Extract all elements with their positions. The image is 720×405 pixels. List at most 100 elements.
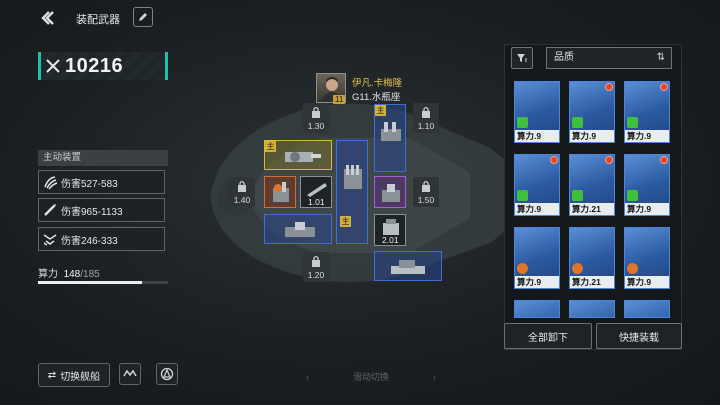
lock-icon	[312, 255, 320, 267]
capacity-bar-fill	[38, 281, 142, 284]
inventory-card-partial[interactable]	[569, 300, 615, 318]
filter-icon	[517, 54, 527, 62]
turret-icon	[382, 184, 400, 202]
new-badge-icon	[660, 83, 668, 91]
quality-tag-icon	[627, 117, 638, 128]
weapon-slot-red[interactable]	[264, 176, 296, 208]
drone-icon	[39, 228, 61, 250]
locked-slot-2[interactable]: 1.10	[413, 103, 439, 133]
weapon-slot-wide-bottom[interactable]	[264, 214, 332, 244]
quality-tag-icon	[627, 263, 638, 274]
inventory-card[interactable]: 算力.9	[624, 154, 670, 216]
damage-row-2: 伤害965-1133	[38, 198, 165, 222]
card-label: 算力.9	[625, 203, 669, 215]
fleet-button[interactable]	[119, 363, 141, 385]
filter-button[interactable]	[511, 47, 533, 69]
wing-icon	[123, 369, 137, 377]
weapon-slot-center-tall[interactable]	[336, 140, 368, 244]
lock-level-2: 1.10	[417, 121, 435, 131]
weapon-slot-purple[interactable]	[374, 176, 406, 208]
edit-button[interactable]	[133, 7, 153, 27]
switch-ship-label: 切换舰船	[60, 371, 101, 383]
inventory-card-partial[interactable]	[624, 300, 670, 318]
cannon-icon	[273, 182, 289, 202]
inventory-card-partial[interactable]	[514, 300, 560, 318]
lock-icon	[312, 106, 320, 118]
quality-tag-icon	[517, 117, 528, 128]
quality-label: 品质	[554, 52, 574, 63]
railgun-icon	[307, 183, 327, 197]
inventory-card[interactable]: 算力.9	[514, 81, 560, 143]
card-label: 算力.21	[570, 203, 614, 215]
back-button[interactable]	[38, 9, 56, 27]
locked-slot-3[interactable]: 1.40	[229, 177, 255, 207]
swipe-hint-label: 滑动切换	[352, 372, 389, 382]
launcher-icon	[383, 219, 399, 235]
new-badge-icon	[660, 156, 668, 164]
card-label: 算力.9	[515, 203, 559, 215]
quality-tag-icon	[517, 263, 528, 274]
turret-icon	[285, 152, 321, 162]
card-label: 算力.9	[515, 276, 559, 288]
claw-icon	[39, 171, 61, 193]
swap-icon: ⇄	[47, 369, 57, 381]
weapon-slot-dark-1[interactable]: 1.01	[300, 176, 332, 208]
card-label: 算力.9	[515, 130, 559, 142]
lock-level-3: 1.40	[233, 195, 251, 205]
lock-icon	[422, 180, 430, 192]
main-tag: 主	[340, 216, 351, 227]
inventory-card[interactable]: 算力.9	[569, 81, 615, 143]
slot-value-2: 2.01	[382, 235, 399, 245]
quality-tag-icon	[572, 190, 583, 201]
quality-sort-select[interactable]: 品质 ⇅	[546, 47, 672, 69]
swipe-hint: ‹ 滑动切换 ›	[306, 370, 436, 383]
locked-slot-5[interactable]: 1.20	[303, 252, 329, 282]
inventory-card[interactable]: 算力.9	[624, 227, 670, 289]
missile-icon	[39, 199, 61, 221]
back-arrow-icon	[41, 11, 54, 25]
card-label: 算力.21	[570, 276, 614, 288]
inventory-card[interactable]: 算力.9	[514, 227, 560, 289]
new-badge-icon	[605, 83, 613, 91]
unload-all-button[interactable]: 全部卸下	[504, 323, 592, 349]
card-label: 算力.9	[570, 130, 614, 142]
inventory-card[interactable]: 算力.9	[624, 81, 670, 143]
power-display: 10216	[38, 52, 168, 80]
inventory-card[interactable]: 算力.21	[569, 227, 615, 289]
emblem-button[interactable]	[156, 363, 178, 385]
inventory-card[interactable]: 算力.9	[514, 154, 560, 216]
new-badge-icon	[605, 156, 613, 164]
locked-slot-1[interactable]: 1.30	[303, 103, 329, 133]
captain-name: 伊凡.卡梅隆	[352, 78, 403, 89]
new-badge-icon	[550, 156, 558, 164]
damage-label-2: 伤害965-1133	[61, 206, 123, 218]
emblem-icon	[160, 367, 174, 381]
damage-label-1: 伤害527-583	[61, 178, 118, 190]
capacity-bar	[38, 281, 168, 284]
page-title: 装配武器	[76, 14, 120, 26]
quick-equip-button[interactable]: 快捷装载	[596, 323, 682, 349]
weapon-slot-bottom-right[interactable]	[374, 251, 442, 281]
card-label: 算力.9	[625, 130, 669, 142]
switch-ship-button[interactable]: ⇄ 切换舰船	[38, 363, 110, 387]
damage-row-3: 伤害246-333	[38, 227, 165, 251]
main-tag: 主	[265, 141, 276, 152]
crossed-swords-icon	[46, 59, 60, 73]
lock-level-1: 1.30	[307, 121, 325, 131]
drone-bay-icon	[285, 222, 315, 237]
captain-level: 11	[333, 95, 346, 104]
damage-label-3: 伤害246-333	[61, 235, 118, 247]
quality-tag-icon	[572, 117, 583, 128]
locked-slot-4[interactable]: 1.50	[413, 177, 439, 207]
missile-launcher-icon	[344, 165, 362, 189]
inventory-card[interactable]: 算力.21	[569, 154, 615, 216]
lock-icon	[238, 180, 246, 192]
quality-tag-icon	[627, 190, 638, 201]
weapon-slot-dark-2[interactable]: 2.01	[374, 214, 406, 246]
captain-ship: G11.水瓶座	[352, 92, 401, 103]
capacity-title: 算力	[38, 269, 58, 280]
cannon-icon	[381, 122, 401, 141]
lock-level-4: 1.50	[417, 195, 435, 205]
quality-tag-icon	[517, 190, 528, 201]
pencil-icon	[139, 13, 147, 21]
